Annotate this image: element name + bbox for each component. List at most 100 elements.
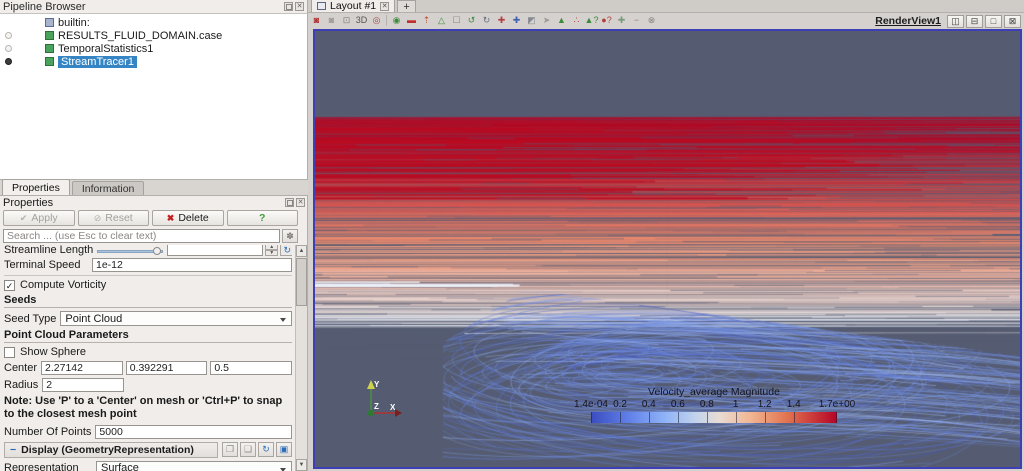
legend-tick-mark (677, 412, 679, 423)
search-row: ✽ (3, 229, 298, 243)
pick-center-icon[interactable]: ●? (599, 14, 614, 27)
split-vertical-button[interactable]: ⊟ (966, 14, 983, 28)
hide-center-icon[interactable]: ⊗ (644, 14, 659, 27)
reset-icon: ⊘ (93, 212, 102, 223)
search-input[interactable] (3, 229, 280, 243)
streamline-length-slider[interactable] (97, 246, 164, 256)
scrollbar-thumb[interactable] (296, 258, 307, 306)
legend-tick-label: 1.4 (786, 399, 801, 410)
reset-center-icon[interactable]: − (629, 14, 644, 27)
close-view-button[interactable]: ⊠ (1004, 14, 1021, 28)
search-options-gear-icon[interactable]: ✽ (282, 229, 298, 243)
pipeline-tree: builtin: RESULTS_FLUID_DOMAIN.case Tempo… (0, 13, 307, 180)
show-center-icon[interactable]: ✚ (614, 14, 629, 27)
scroll-down-icon[interactable]: ▼ (296, 459, 307, 471)
zoom-to-box-icon[interactable]: ▬ (404, 14, 419, 27)
tab-properties[interactable]: Properties (2, 179, 70, 195)
rotate-right-icon[interactable]: ↻ (479, 14, 494, 27)
undock-icon[interactable] (284, 2, 293, 11)
layout-tab[interactable]: Layout #1 ✕ (311, 0, 396, 12)
pipeline-item-results-fluid-domain-case[interactable]: RESULTS_FLUID_DOMAIN.case (0, 29, 307, 42)
pipeline-item-temporalstatistics1[interactable]: TemporalStatistics1 (0, 42, 307, 55)
toggle-2d3d-icon[interactable]: 3D (354, 14, 369, 27)
view-plus-x-icon[interactable]: ✚ (494, 14, 509, 27)
radius-row: Radius (4, 378, 292, 392)
view-minus-x-icon[interactable]: ✚ (509, 14, 524, 27)
streamline-length-input[interactable] (167, 245, 264, 256)
view-plus-y-icon[interactable]: ◩ (524, 14, 539, 27)
add-layout-tab[interactable]: + (397, 0, 417, 13)
reload-properties-icon[interactable]: ↻ (258, 442, 274, 458)
close-layout-icon[interactable]: ✕ (380, 1, 390, 11)
center-row: Center (4, 361, 292, 375)
legend-title: Velocity_average Magnitude (648, 386, 780, 398)
close-panel-icon[interactable]: ✕ (296, 198, 305, 207)
zoom-closest-to-data-icon[interactable]: △ (434, 14, 449, 27)
properties-scrollbar[interactable]: ▲ ▼ (295, 245, 307, 471)
center-y-input[interactable] (125, 361, 208, 375)
save-defaults-icon[interactable]: ▣ (276, 442, 292, 458)
view-minus-z-icon[interactable]: ∴ (569, 14, 584, 27)
rotate-left-icon[interactable]: ↺ (464, 14, 479, 27)
radius-input[interactable] (42, 378, 125, 392)
maximize-view-button[interactable]: □ (985, 14, 1002, 28)
color-legend[interactable]: Velocity_average Magnitude 1.4e-04 0.2 0.4… (574, 386, 855, 423)
legend-tick-label: 1.4e-04 (574, 399, 608, 410)
legend-tick-mark (620, 412, 622, 423)
reset-to-default-icon[interactable]: ↻ (280, 245, 292, 256)
tab-information[interactable]: Information (71, 181, 145, 195)
visibility-eye-icon[interactable] (5, 45, 12, 52)
reset-camera-closest-icon[interactable]: ⇡ (419, 14, 434, 27)
legend-tick-mark (735, 412, 737, 423)
adjust-camera-icon[interactable]: ☐ (449, 14, 464, 27)
center-z-input[interactable] (210, 361, 292, 375)
save-screenshot-icon[interactable]: ◙ (309, 14, 324, 27)
copy-screenshot-icon[interactable]: ◙ (324, 14, 339, 27)
seeds-header: Seeds (4, 294, 292, 308)
center-label: Center (4, 362, 38, 374)
representation-select[interactable]: Surface (96, 460, 292, 471)
set-view-direction-icon[interactable]: ▲? (584, 14, 599, 27)
pipeline-item-builtin[interactable]: builtin: (0, 16, 307, 29)
render-view-title[interactable]: RenderView1 (875, 15, 941, 27)
delete-button[interactable]: ✖ Delete (152, 210, 224, 226)
legend-tick-label: 0.8 (699, 399, 714, 410)
copy-properties-icon[interactable]: ❐ (222, 442, 238, 458)
view-plus-z-icon[interactable]: ▲ (554, 14, 569, 27)
split-horizontal-button[interactable]: ◫ (947, 14, 964, 28)
source-cube-icon (45, 44, 54, 53)
close-panel-icon[interactable]: ✕ (295, 2, 304, 11)
number-of-points-input[interactable] (95, 424, 292, 439)
streamline-length-row: Streamline Length ▲ ▼ ↻ (4, 245, 292, 256)
pipeline-browser-title: Pipeline Browser (3, 0, 86, 13)
paste-properties-icon[interactable]: ❏ (240, 442, 256, 458)
pipeline-item-streamtracer1[interactable]: StreamTracer1 (0, 55, 307, 68)
scroll-up-icon[interactable]: ▲ (296, 245, 307, 257)
show-sphere-checkbox[interactable] (4, 346, 15, 358)
terminal-speed-input[interactable] (92, 258, 292, 272)
center-x-input[interactable] (41, 361, 123, 375)
z-axis-label: Z (374, 402, 379, 411)
seed-type-select[interactable]: Point Cloud (60, 311, 292, 326)
undock-icon[interactable] (285, 198, 294, 207)
pipeline-item-label: builtin: (58, 16, 90, 29)
properties-panel-title: Properties (3, 196, 54, 209)
view-minus-y-icon[interactable]: ➤ (539, 14, 554, 27)
apply-button[interactable]: ✔ Apply (3, 210, 75, 226)
display-section-toggle[interactable]: − Display (GeometryRepresentation) (4, 441, 218, 458)
y-axis-label: Y (374, 380, 380, 389)
spinbox-arrows[interactable]: ▲ ▼ (265, 245, 279, 256)
reset-camera-icon[interactable]: ◉ (389, 14, 404, 27)
visibility-eye-icon[interactable] (5, 58, 12, 65)
reset-button[interactable]: ⊘ Reset (77, 210, 149, 226)
apply-icon: ✔ (19, 212, 28, 223)
zoom-to-data-icon[interactable]: ◎ (369, 14, 384, 27)
visibility-eye-icon[interactable] (5, 32, 12, 39)
capture-screenshot-icon[interactable]: ⊡ (339, 14, 354, 27)
show-sphere-row: Show Sphere (4, 346, 292, 358)
compute-vorticity-label: Compute Vorticity (20, 279, 107, 291)
render-viewport[interactable]: Y X Z Velocity_average Magnitude 1.4e-04… (313, 29, 1022, 469)
help-button[interactable]: ? (226, 210, 298, 226)
properties-buttons: ✔ Apply ⊘ Reset ✖ Delete ? (3, 210, 298, 226)
compute-vorticity-checkbox[interactable]: ✓ (4, 279, 15, 291)
